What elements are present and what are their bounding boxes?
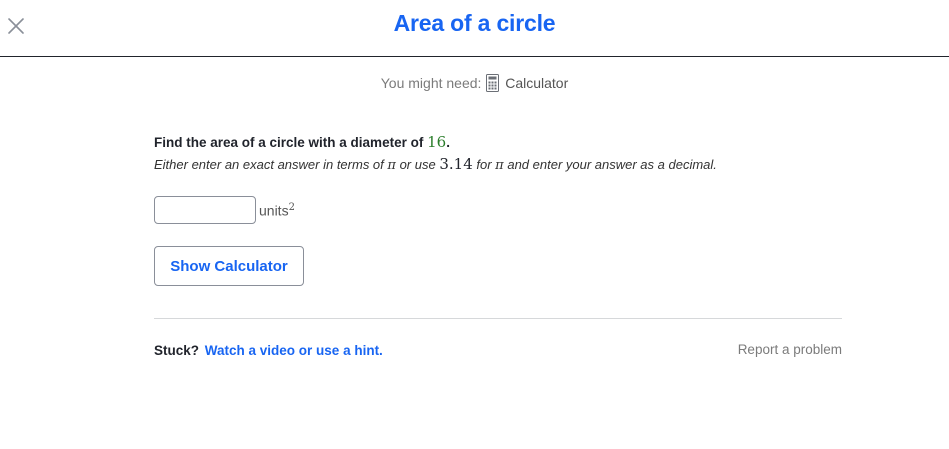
- calculator-label: Calculator: [505, 75, 569, 91]
- answer-row: units2: [154, 196, 295, 224]
- instruction-part-3: for: [476, 157, 492, 172]
- pi-symbol: π: [387, 158, 396, 173]
- diameter-value: 16: [427, 133, 447, 151]
- question-end: .: [446, 135, 450, 150]
- answer-input[interactable]: [154, 196, 256, 224]
- show-calculator-button[interactable]: Show Calculator: [154, 246, 304, 286]
- units-exponent: 2: [288, 201, 295, 213]
- instruction-part-1: Either enter an exact answer in terms of: [154, 157, 384, 172]
- might-need-label: You might need:: [380, 75, 482, 91]
- report-problem-link[interactable]: Report a problem: [738, 342, 842, 357]
- pi-symbol-2: π: [495, 158, 504, 173]
- pi-approx-value: 3.14: [439, 155, 473, 173]
- stuck-label: Stuck?: [154, 343, 200, 358]
- problem-statement: Find the area of a circle with a diamete…: [154, 133, 854, 175]
- question-line: Find the area of a circle with a diamete…: [154, 133, 854, 152]
- page-title: Area of a circle: [393, 10, 556, 36]
- hint-link[interactable]: Watch a video or use a hint.: [205, 343, 383, 358]
- calculator-icon: [486, 74, 500, 95]
- instruction-part-4: and enter your answer as a decimal.: [507, 157, 717, 172]
- instruction-line: Either enter an exact answer in terms of…: [154, 155, 854, 175]
- units-label: units2: [259, 202, 295, 219]
- might-need-row: You might need: Calculator: [0, 74, 949, 95]
- divider: [154, 318, 842, 319]
- units-text: units: [259, 202, 289, 219]
- question-text: Find the area of a circle with a diamete…: [154, 135, 424, 150]
- instruction-part-2: or use: [399, 157, 436, 172]
- stuck-row: Stuck? Watch a video or use a hint.: [154, 343, 383, 358]
- header-bar: Area of a circle: [0, 0, 949, 57]
